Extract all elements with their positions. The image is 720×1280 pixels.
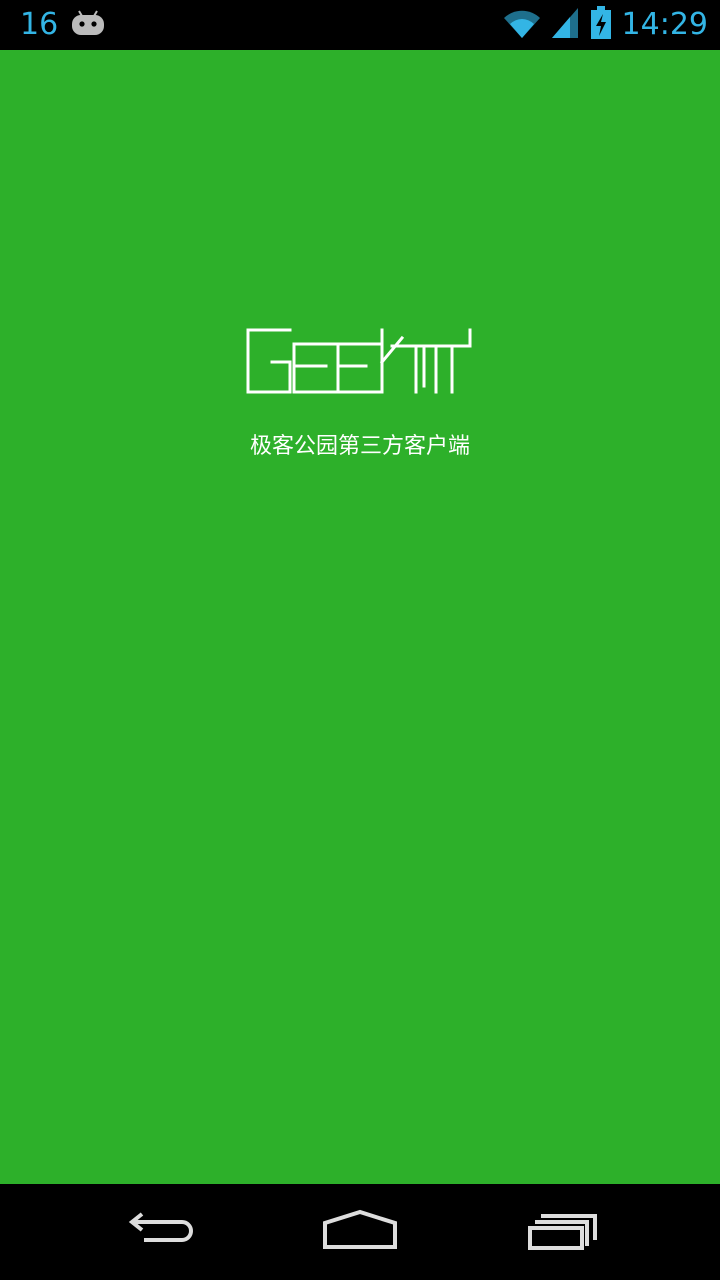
splash-screen: 极客公园第三方客户端: [0, 50, 720, 1184]
clock: 14:29: [621, 7, 708, 42]
recents-button[interactable]: [518, 1204, 608, 1260]
home-button[interactable]: [315, 1204, 405, 1260]
android-icon: [70, 9, 106, 41]
back-icon: [124, 1210, 196, 1254]
app-tagline: 极客公园第三方客户端: [249, 434, 470, 459]
navigation-bar: [0, 1184, 720, 1280]
recents-icon: [527, 1210, 599, 1254]
status-right: 14:29: [502, 0, 708, 50]
back-button[interactable]: [115, 1204, 205, 1260]
geekpk-logo: [246, 326, 474, 396]
status-left: 16: [20, 0, 106, 50]
signal-icon: [551, 6, 580, 44]
battery-charging-icon: [590, 6, 612, 44]
wifi-icon: [502, 6, 542, 44]
status-bar: 16 14:29: [0, 0, 720, 50]
home-icon: [322, 1209, 398, 1255]
notification-count: 16: [20, 7, 59, 42]
